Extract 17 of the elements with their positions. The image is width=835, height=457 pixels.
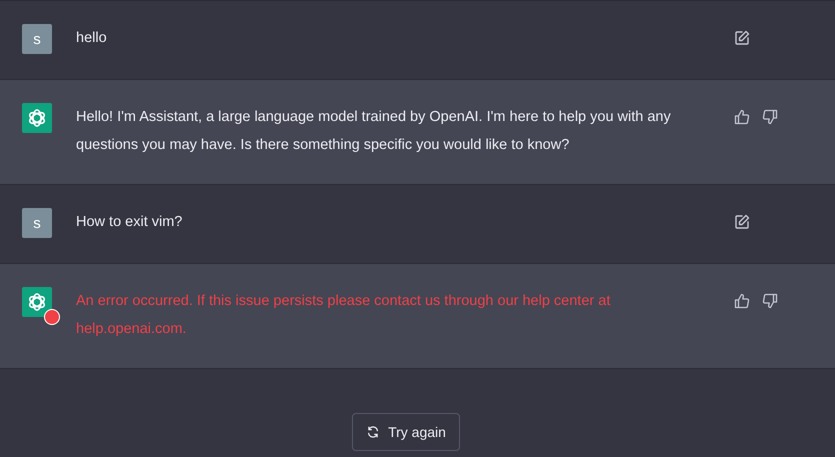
edit-icon[interactable]	[734, 30, 750, 46]
assistant-avatar-icon	[22, 287, 52, 317]
user-avatar: s	[22, 208, 52, 238]
try-again-button[interactable]: Try again	[352, 413, 460, 451]
thumbs-up-icon[interactable]	[734, 109, 750, 125]
message-text: hello	[76, 29, 108, 48]
user-avatar: s	[22, 24, 52, 54]
refresh-icon	[366, 425, 380, 439]
message-text: An error occurred. If this issue persists please contact us through our help center at help.openai.com.	[76, 292, 612, 339]
message-text: Hello! I'm Assistant, a large language model trained by OpenAI. I'm here to help you with any questions you may have. Is there something specific you would like to know?	[76, 108, 672, 155]
thumbs-down-icon[interactable]	[762, 293, 778, 309]
edit-icon[interactable]	[734, 214, 750, 230]
thumbs-up-icon[interactable]	[734, 293, 750, 309]
thumbs-down-icon[interactable]	[762, 109, 778, 125]
error-dot-icon	[44, 309, 60, 325]
message-text: How to exit vim?	[76, 213, 184, 232]
assistant-avatar-icon	[22, 103, 52, 133]
